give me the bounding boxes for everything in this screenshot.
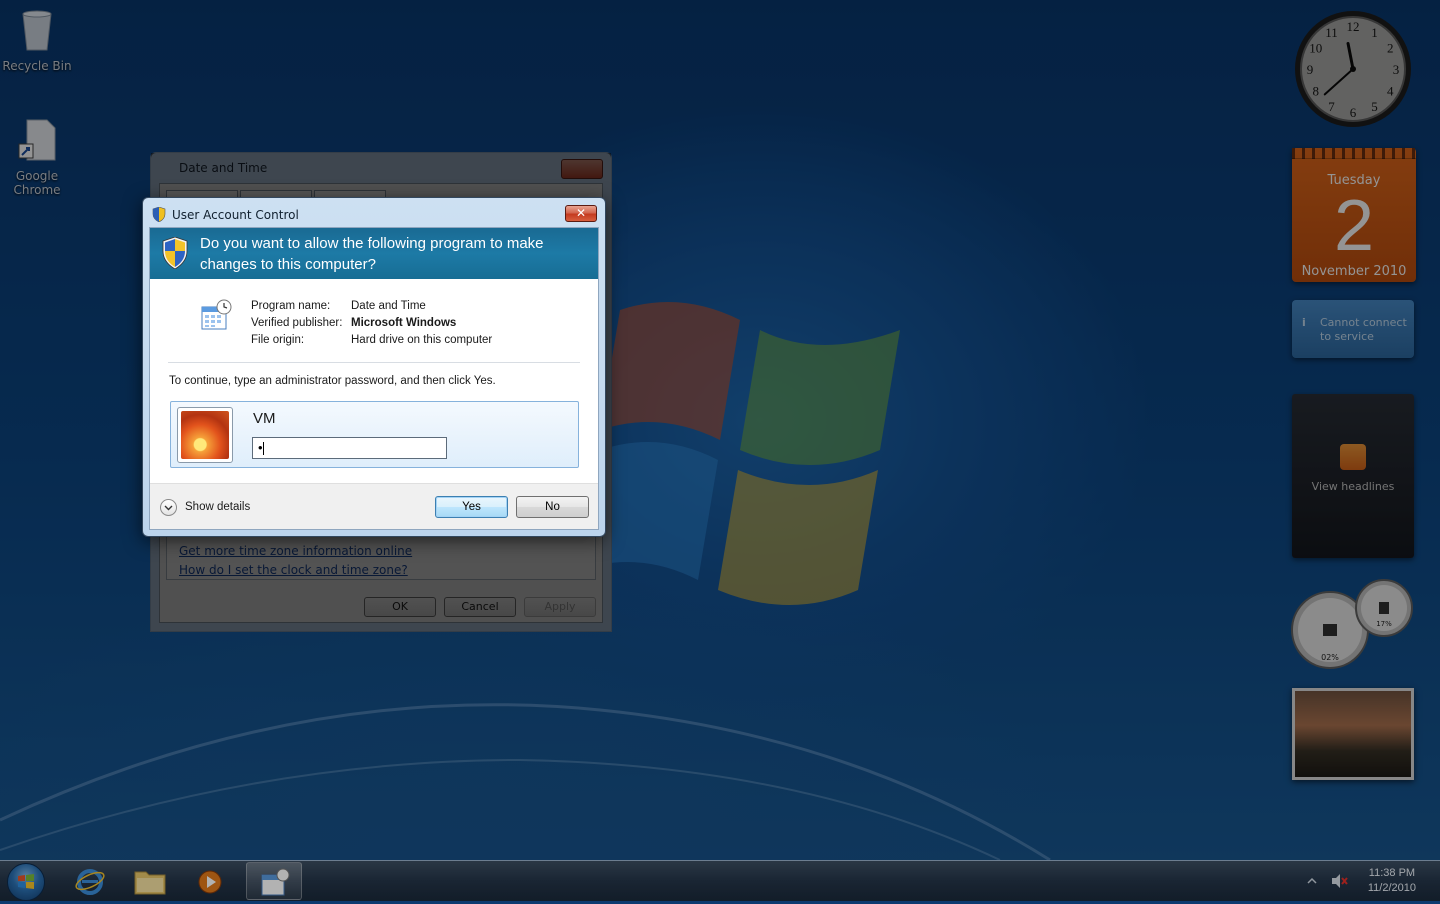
uac-banner: Do you want to allow the following progr…	[150, 228, 598, 279]
uac-program-details: Program name: Date and Time Verified pub…	[150, 279, 598, 389]
show-details-label[interactable]: Show details	[185, 501, 250, 513]
date-time-program-icon	[201, 299, 232, 330]
taskbar: 11:38 PM 11/2/2010	[0, 860, 1440, 901]
no-button[interactable]: No	[516, 496, 589, 518]
text-caret	[262, 442, 264, 456]
yes-button[interactable]: Yes	[435, 496, 508, 518]
publisher-value: Microsoft Windows	[351, 317, 457, 329]
shield-icon	[152, 207, 166, 222]
uac-question: Do you want to allow the following progr…	[200, 235, 544, 273]
uac-body: Do you want to allow the following progr…	[149, 227, 599, 530]
uac-instruction: To continue, type an administrator passw…	[169, 375, 496, 387]
taskbar-dim	[0, 861, 1440, 901]
uac-close-button[interactable]: ✕	[565, 205, 597, 222]
program-name-value: Date and Time	[351, 300, 426, 312]
chevron-down-icon	[164, 505, 173, 511]
file-origin-value: Hard drive on this computer	[351, 334, 493, 346]
uac-titlebar: User Account Control ✕	[143, 198, 605, 226]
uac-shield-icon	[162, 237, 188, 269]
avatar	[177, 407, 233, 463]
password-input[interactable]: •	[252, 437, 447, 459]
show-details-toggle[interactable]	[160, 499, 177, 516]
uac-title: User Account Control	[172, 208, 299, 222]
avatar-picture	[181, 411, 229, 459]
uac-separator	[168, 362, 580, 363]
publisher-label: Verified publisher:	[251, 317, 343, 329]
file-origin-label: File origin:	[251, 334, 305, 346]
uac-footer: Show details Yes No	[150, 483, 598, 529]
uac-dialog: User Account Control ✕ Do you want to al…	[142, 197, 606, 537]
username-label: VM	[253, 410, 276, 427]
program-name-label: Program name:	[251, 300, 331, 312]
credential-tile[interactable]: VM •	[170, 401, 579, 468]
